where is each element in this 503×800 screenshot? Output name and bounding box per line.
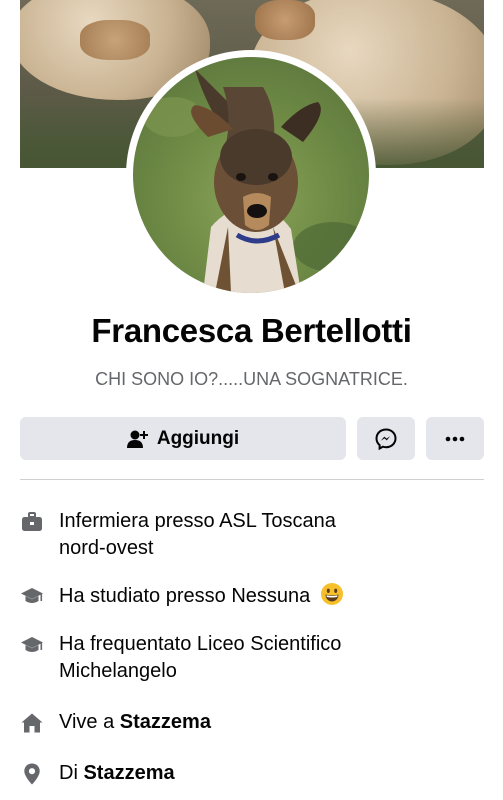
intro-from-text: Di Stazzema: [59, 760, 175, 787]
add-friend-label: Aggiungi: [156, 427, 240, 449]
dog-illustration: [143, 69, 369, 293]
graduation-cap-icon: [21, 588, 43, 603]
intro-lives-text: Vive a Stazzema: [59, 709, 211, 736]
lives-prefix: Vive a: [59, 711, 115, 733]
profile-name: Francesca Bertellotti: [91, 312, 412, 349]
attended-line1: Ha frequentato Liceo Scientifico: [59, 633, 342, 655]
messenger-icon: [375, 427, 397, 450]
intro-studied-text: Ha studiato presso Nessuna: [59, 582, 344, 610]
grinning-face-emoji: [320, 583, 343, 605]
intro-work-text: Infermiera presso ASL Toscana nord-ovest: [59, 508, 336, 562]
home-icon: [21, 713, 43, 733]
profile-photo[interactable]: [133, 57, 369, 293]
lives-place-link[interactable]: Stazzema: [120, 711, 211, 733]
attended-line2: Michelangelo: [59, 660, 177, 682]
intro-from: Di Stazzema: [20, 760, 490, 787]
location-pin-icon: [24, 763, 40, 785]
intro-attended-text: Ha frequentato Liceo Scientifico Michela…: [59, 631, 341, 685]
profile-bio: CHI SONO IO?.....UNA SOGNATRICE.: [95, 369, 408, 389]
intro-studied: Ha studiato presso Nessuna: [20, 582, 490, 610]
intro-attended: Ha frequentato Liceo Scientifico Michela…: [20, 631, 490, 685]
briefcase-icon: [22, 512, 42, 531]
from-place-link[interactable]: Stazzema: [83, 762, 174, 784]
more-options-button[interactable]: [426, 417, 484, 460]
add-friend-button[interactable]: Aggiungi: [20, 417, 346, 460]
graduation-cap-icon: [21, 637, 43, 652]
add-friend-icon: [126, 430, 148, 448]
sheep-head-shape: [80, 20, 150, 60]
studied-text: Ha studiato presso Nessuna: [59, 585, 311, 607]
message-button[interactable]: [357, 417, 415, 460]
from-prefix: Di: [59, 762, 78, 784]
intro-work: Infermiera presso ASL Toscana nord-ovest: [20, 508, 490, 562]
more-icon: [445, 436, 465, 441]
work-line2: nord-ovest: [59, 537, 154, 559]
work-line1: Infermiera presso ASL Toscana: [59, 510, 336, 532]
sheep-head-shape: [255, 0, 315, 40]
intro-lives: Vive a Stazzema: [20, 709, 490, 736]
section-divider: [20, 479, 484, 480]
